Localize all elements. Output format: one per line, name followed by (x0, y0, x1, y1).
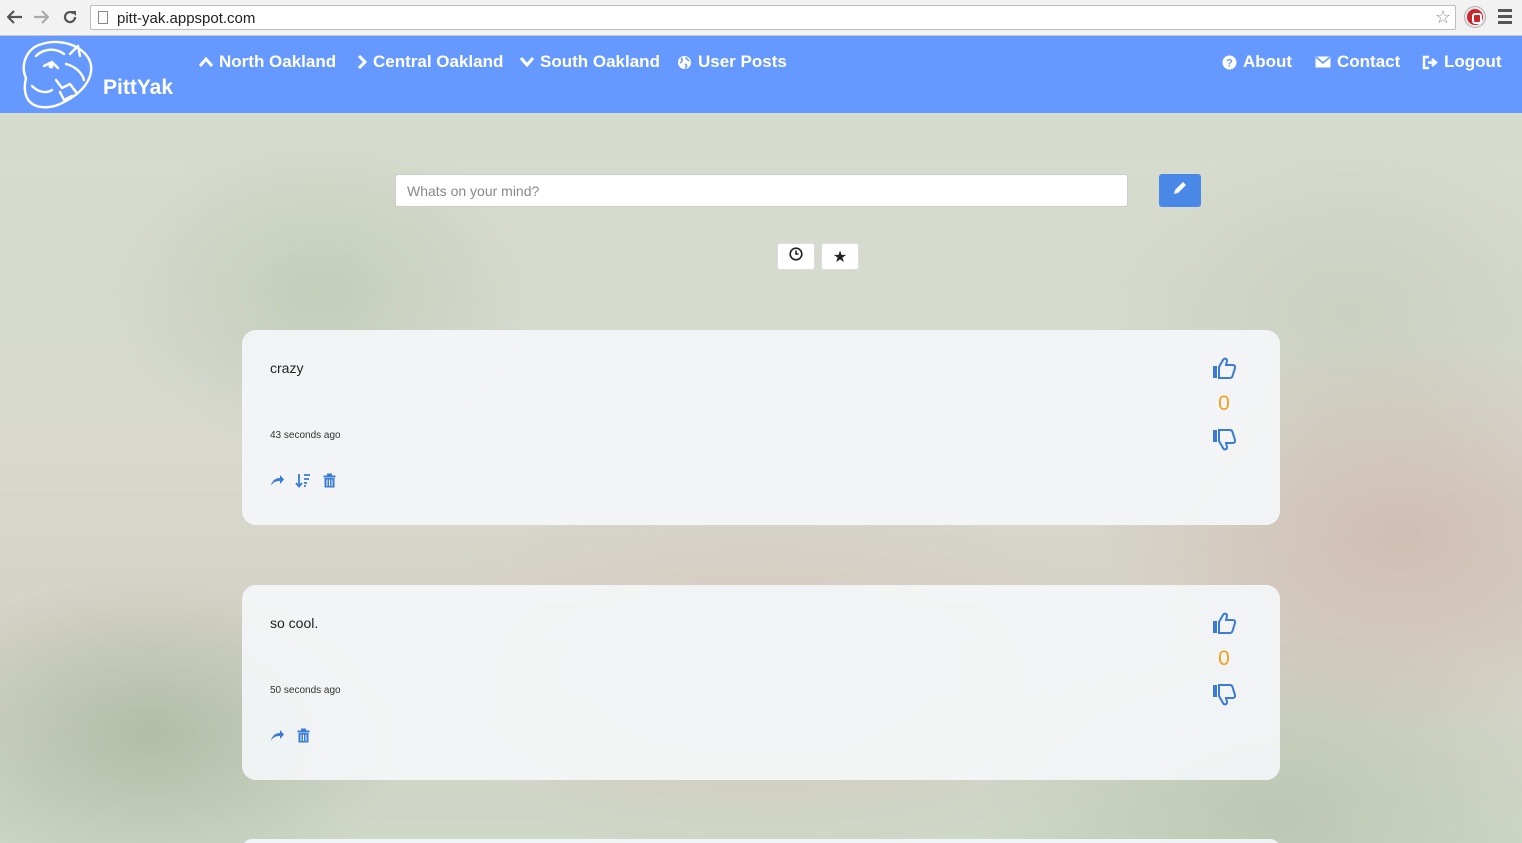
bookmark-star-icon[interactable]: ☆ (1435, 7, 1451, 28)
navbar: PittYak North Oakland Central Oakland So… (0, 36, 1522, 113)
brand-logo[interactable]: PittYak (16, 36, 186, 113)
sort-top-button[interactable]: ★ (821, 243, 859, 270)
chevron-right-icon (357, 55, 367, 69)
upvote-button[interactable] (1208, 357, 1240, 383)
post-input[interactable] (395, 174, 1128, 207)
clock-icon (789, 247, 803, 266)
post-text: crazy (270, 360, 304, 376)
browser-toolbar: pitt-yak.appspot.com ☆ (0, 0, 1522, 36)
nav-about[interactable]: ? About (1222, 52, 1292, 72)
brand-name[interactable]: PittYak (103, 76, 173, 100)
nav-label: Contact (1337, 52, 1401, 71)
post-timestamp: 50 seconds ago (270, 685, 341, 696)
thumbs-down-icon (1212, 683, 1237, 711)
nav-label: North Oakland (219, 52, 337, 71)
vote-score: 0 (1218, 647, 1230, 670)
nav-contact[interactable]: Contact (1315, 52, 1400, 72)
browser-menu-icon[interactable] (1498, 9, 1512, 27)
post-actions (269, 472, 337, 488)
extension-icon[interactable] (1465, 7, 1485, 27)
nav-user-posts[interactable]: User Posts (677, 52, 787, 72)
pencil-icon (1171, 179, 1189, 202)
thumbs-up-icon (1212, 612, 1237, 639)
nav-label: South Oakland (540, 52, 660, 71)
downvote-button[interactable] (1208, 683, 1240, 711)
nav-north-oakland[interactable]: North Oakland (199, 52, 336, 72)
nav-label: Central Oakland (373, 52, 504, 71)
back-arrow-icon[interactable] (4, 6, 26, 28)
post-actions (269, 727, 311, 743)
vote-score: 0 (1218, 392, 1230, 415)
nav-label: User Posts (698, 52, 787, 71)
submit-post-button[interactable] (1159, 174, 1201, 207)
nav-logout[interactable]: Logout (1422, 52, 1502, 72)
page-icon (98, 11, 108, 24)
panther-logo-icon (22, 40, 93, 109)
trash-icon[interactable] (321, 472, 337, 488)
question-circle-icon: ? (1222, 55, 1237, 70)
forward-arrow-icon[interactable] (30, 6, 52, 28)
globe-icon (677, 55, 692, 70)
share-icon[interactable] (269, 727, 285, 743)
post-timestamp: 43 seconds ago (270, 430, 341, 441)
sort-order-icon[interactable] (295, 472, 311, 488)
address-bar[interactable]: pitt-yak.appspot.com ☆ (90, 5, 1456, 30)
nav-south-oakland[interactable]: South Oakland (520, 52, 660, 72)
post-card-partial (242, 839, 1280, 843)
star-icon: ★ (832, 248, 848, 266)
nav-label: About (1243, 52, 1293, 71)
post-text: so cool. (270, 615, 319, 631)
nav-central-oakland[interactable]: Central Oakland (357, 52, 503, 72)
post-card: so cool. 50 seconds ago 0 (242, 585, 1280, 780)
upvote-button[interactable] (1208, 612, 1240, 638)
envelope-icon (1315, 56, 1331, 68)
sort-recent-button[interactable] (777, 243, 815, 270)
share-icon[interactable] (269, 472, 285, 488)
logout-icon (1422, 55, 1438, 70)
trash-icon[interactable] (295, 727, 311, 743)
post-card: crazy 43 seconds ago 0 (242, 330, 1280, 525)
svg-text:?: ? (1226, 57, 1233, 69)
url-text[interactable]: pitt-yak.appspot.com (117, 10, 255, 27)
thumbs-down-icon (1212, 428, 1237, 456)
chevron-down-icon (520, 57, 534, 67)
downvote-button[interactable] (1208, 428, 1240, 456)
thumbs-up-icon (1212, 357, 1237, 384)
chevron-up-icon (199, 57, 213, 67)
nav-label: Logout (1444, 52, 1502, 71)
reload-icon[interactable] (59, 6, 81, 28)
